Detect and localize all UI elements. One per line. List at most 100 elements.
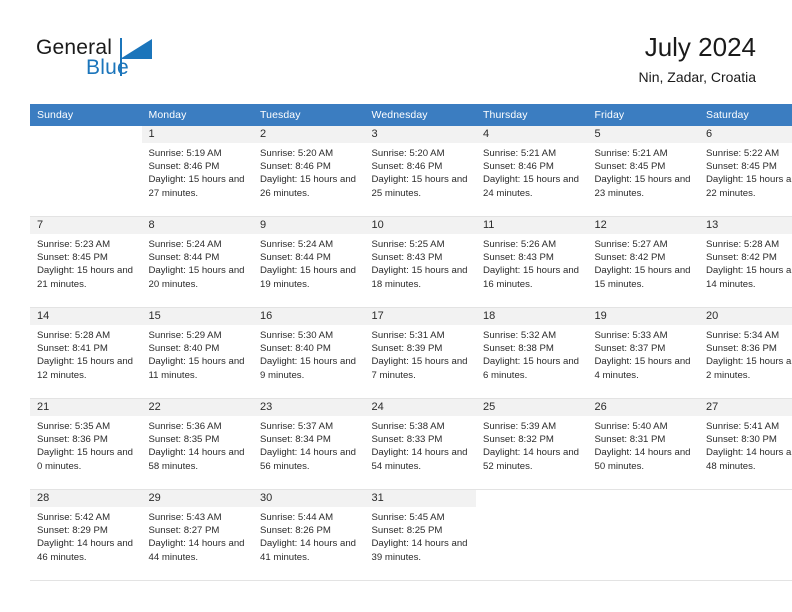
daylight-text: Daylight: 14 hours and 50 minutes. [594, 447, 691, 472]
calendar-day-cell[interactable]: 11 Sunrise: 5:26 AM Sunset: 8:43 PM Dayligh… [476, 216, 588, 308]
sunset-text: Sunset: 8:46 PM [148, 161, 220, 173]
daylight-text: Daylight: 14 hours and 52 minutes. [483, 447, 579, 472]
day-number: 20 [699, 308, 792, 325]
calendar-day-cell-empty [476, 489, 588, 581]
day-number: 18 [476, 308, 588, 325]
daylight-text: Daylight: 15 hours and 22 minutes. [706, 174, 792, 199]
calendar-day-cell[interactable]: 17 Sunrise: 5:31 AM Sunset: 8:39 PM Dayligh… [364, 307, 477, 399]
day-details: Sunrise: 5:22 AM Sunset: 8:45 PM Daylight:… [699, 143, 792, 200]
day-details: Sunrise: 5:27 AM Sunset: 8:42 PM Daylight:… [588, 234, 700, 291]
calendar-day-cell[interactable]: 25 Sunrise: 5:39 AM Sunset: 8:32 PM Dayligh… [476, 398, 588, 490]
sunrise-text: Sunrise: 5:38 AM [371, 421, 445, 432]
day-number: 15 [141, 308, 253, 325]
calendar-day-cell[interactable]: 10 Sunrise: 5:25 AM Sunset: 8:43 PM Dayligh… [364, 216, 477, 308]
sunset-text: Sunset: 8:46 PM [371, 161, 443, 173]
sunrise-text: Sunrise: 5:21 AM [594, 148, 668, 159]
sunrise-text: Sunrise: 5:29 AM [148, 330, 222, 341]
sunset-text: Sunset: 8:43 PM [371, 252, 443, 264]
sunset-text: Sunset: 8:44 PM [260, 252, 331, 264]
day-details: Sunrise: 5:21 AM Sunset: 8:45 PM Daylight:… [588, 143, 700, 200]
calendar-day-cell[interactable]: 18 Sunrise: 5:32 AM Sunset: 8:38 PM Dayligh… [476, 307, 588, 399]
sunset-text: Sunset: 8:32 PM [483, 434, 554, 446]
calendar-day-cell[interactable]: 23 Sunrise: 5:37 AM Sunset: 8:34 PM Dayligh… [253, 398, 365, 490]
day-number: 22 [141, 399, 253, 416]
day-details: Sunrise: 5:42 AM Sunset: 8:29 PM Daylight:… [30, 507, 142, 564]
weekday-header-wednesday: Wednesday [364, 104, 476, 126]
sunset-text: Sunset: 8:45 PM [37, 252, 108, 264]
calendar-day-cell[interactable]: 31 Sunrise: 5:45 AM Sunset: 8:25 PM Dayligh… [364, 489, 477, 581]
daylight-text: Daylight: 15 hours and 19 minutes. [260, 265, 356, 290]
calendar-day-cell[interactable]: 9 Sunrise: 5:24 AM Sunset: 8:44 PM Daylight… [253, 216, 365, 308]
calendar-day-cell[interactable]: 24 Sunrise: 5:38 AM Sunset: 8:33 PM Dayligh… [364, 398, 476, 490]
sunset-text: Sunset: 8:31 PM [594, 434, 666, 446]
calendar-day-cell[interactable]: 1 Sunrise: 5:19 AM Sunset: 8:46 PM Daylight… [141, 126, 254, 217]
calendar-day-cell[interactable]: 13 Sunrise: 5:28 AM Sunset: 8:42 PM Dayligh… [699, 216, 792, 308]
day-details: Sunrise: 5:20 AM Sunset: 8:46 PM Daylight:… [253, 143, 365, 200]
sunrise-text: Sunrise: 5:26 AM [483, 239, 557, 250]
day-details: Sunrise: 5:20 AM Sunset: 8:46 PM Daylight:… [365, 143, 477, 200]
sunrise-text: Sunrise: 5:45 AM [371, 512, 445, 523]
sunrise-text: Sunrise: 5:19 AM [148, 148, 222, 159]
daylight-text: Daylight: 15 hours and 15 minutes. [594, 265, 691, 290]
calendar-day-cell[interactable]: 3 Sunrise: 5:20 AM Sunset: 8:46 PM Daylight… [364, 126, 477, 217]
calendar-day-cell[interactable]: 4 Sunrise: 5:21 AM Sunset: 8:46 PM Daylight… [476, 126, 588, 217]
sunrise-text: Sunrise: 5:44 AM [260, 512, 334, 523]
day-details: Sunrise: 5:28 AM Sunset: 8:42 PM Daylight:… [699, 234, 792, 291]
day-details: Sunrise: 5:37 AM Sunset: 8:34 PM Daylight:… [253, 416, 365, 473]
day-details: Sunrise: 5:21 AM Sunset: 8:46 PM Daylight:… [476, 143, 588, 200]
sunrise-text: Sunrise: 5:43 AM [148, 512, 222, 523]
daylight-text: Daylight: 15 hours and 9 minutes. [260, 356, 356, 381]
sunset-text: Sunset: 8:29 PM [37, 525, 108, 537]
day-details: Sunrise: 5:33 AM Sunset: 8:37 PM Daylight:… [588, 325, 700, 382]
sunset-text: Sunset: 8:46 PM [260, 161, 331, 173]
calendar-page: General Blue July 2024 Nin, Zadar, Croat… [0, 0, 792, 612]
sunset-text: Sunset: 8:34 PM [260, 434, 331, 446]
calendar-day-cell[interactable]: 28 Sunrise: 5:42 AM Sunset: 8:29 PM Dayligh… [30, 489, 142, 581]
sunrise-text: Sunrise: 5:34 AM [706, 330, 780, 341]
daylight-text: Daylight: 15 hours and 21 minutes. [37, 265, 133, 290]
day-details: Sunrise: 5:39 AM Sunset: 8:32 PM Daylight:… [476, 416, 588, 473]
sunrise-text: Sunrise: 5:28 AM [37, 330, 111, 341]
day-number: 10 [364, 217, 476, 234]
calendar-day-cell[interactable]: 2 Sunrise: 5:20 AM Sunset: 8:46 PM Daylight… [253, 126, 365, 217]
weekday-header-saturday: Saturday [699, 104, 792, 126]
calendar-day-cell[interactable]: 16 Sunrise: 5:30 AM Sunset: 8:40 PM Dayligh… [253, 307, 365, 399]
brand-logo[interactable]: General Blue [36, 36, 176, 84]
calendar-day-cell[interactable]: 7 Sunrise: 5:23 AM Sunset: 8:45 PM Daylight… [30, 216, 142, 308]
calendar-day-cell[interactable]: 27 Sunrise: 5:41 AM Sunset: 8:30 PM Dayligh… [699, 398, 792, 490]
calendar-day-cell[interactable]: 12 Sunrise: 5:27 AM Sunset: 8:42 PM Dayligh… [587, 216, 700, 308]
calendar-day-cell[interactable]: 15 Sunrise: 5:29 AM Sunset: 8:40 PM Dayligh… [141, 307, 253, 399]
daylight-text: Daylight: 14 hours and 48 minutes. [706, 447, 792, 472]
daylight-text: Daylight: 15 hours and 18 minutes. [371, 265, 468, 290]
calendar-day-cell[interactable]: 29 Sunrise: 5:43 AM Sunset: 8:27 PM Dayligh… [141, 489, 253, 581]
day-details: Sunrise: 5:41 AM Sunset: 8:30 PM Daylight:… [699, 416, 792, 473]
calendar-day-cell[interactable]: 26 Sunrise: 5:40 AM Sunset: 8:31 PM Dayligh… [587, 398, 699, 490]
day-number [476, 490, 588, 507]
day-details: Sunrise: 5:25 AM Sunset: 8:43 PM Daylight:… [365, 234, 477, 291]
daylight-text: Daylight: 15 hours and 27 minutes. [148, 174, 245, 199]
sunset-text: Sunset: 8:45 PM [594, 161, 666, 173]
sunset-text: Sunset: 8:37 PM [594, 343, 666, 355]
daylight-text: Daylight: 15 hours and 16 minutes. [483, 265, 579, 290]
sunrise-text: Sunrise: 5:23 AM [37, 239, 111, 250]
sunset-text: Sunset: 8:40 PM [148, 343, 220, 355]
calendar-week-row: 7 Sunrise: 5:23 AM Sunset: 8:45 PM Daylight… [30, 216, 792, 308]
day-details: Sunrise: 5:45 AM Sunset: 8:25 PM Daylight:… [365, 507, 477, 564]
calendar-day-cell[interactable]: 14 Sunrise: 5:28 AM Sunset: 8:41 PM Dayligh… [30, 307, 142, 399]
sunrise-text: Sunrise: 5:41 AM [706, 421, 780, 432]
day-details: Sunrise: 5:31 AM Sunset: 8:39 PM Daylight:… [365, 325, 477, 382]
day-number: 19 [587, 308, 699, 325]
calendar-day-cell[interactable]: 20 Sunrise: 5:34 AM Sunset: 8:36 PM Dayligh… [699, 307, 792, 399]
calendar-day-cell[interactable]: 19 Sunrise: 5:33 AM Sunset: 8:37 PM Dayligh… [587, 307, 700, 399]
day-details: Sunrise: 5:19 AM Sunset: 8:46 PM Daylight:… [142, 143, 254, 200]
calendar-day-cell[interactable]: 30 Sunrise: 5:44 AM Sunset: 8:26 PM Dayligh… [253, 489, 365, 581]
day-details: Sunrise: 5:35 AM Sunset: 8:36 PM Daylight:… [30, 416, 142, 473]
calendar-day-cell[interactable]: 8 Sunrise: 5:24 AM Sunset: 8:44 PM Daylight… [141, 216, 253, 308]
calendar-day-cell[interactable]: 6 Sunrise: 5:22 AM Sunset: 8:45 PM Daylight… [699, 126, 792, 217]
title-block: July 2024 Nin, Zadar, Croatia [639, 30, 757, 88]
calendar-day-cell[interactable]: 22 Sunrise: 5:36 AM Sunset: 8:35 PM Dayligh… [141, 398, 253, 490]
calendar-day-cell[interactable]: 21 Sunrise: 5:35 AM Sunset: 8:36 PM Dayligh… [30, 398, 142, 490]
calendar-day-cell[interactable]: 5 Sunrise: 5:21 AM Sunset: 8:45 PM Daylight… [587, 126, 700, 217]
sunset-text: Sunset: 8:39 PM [371, 343, 443, 355]
sunset-text: Sunset: 8:42 PM [594, 252, 666, 264]
